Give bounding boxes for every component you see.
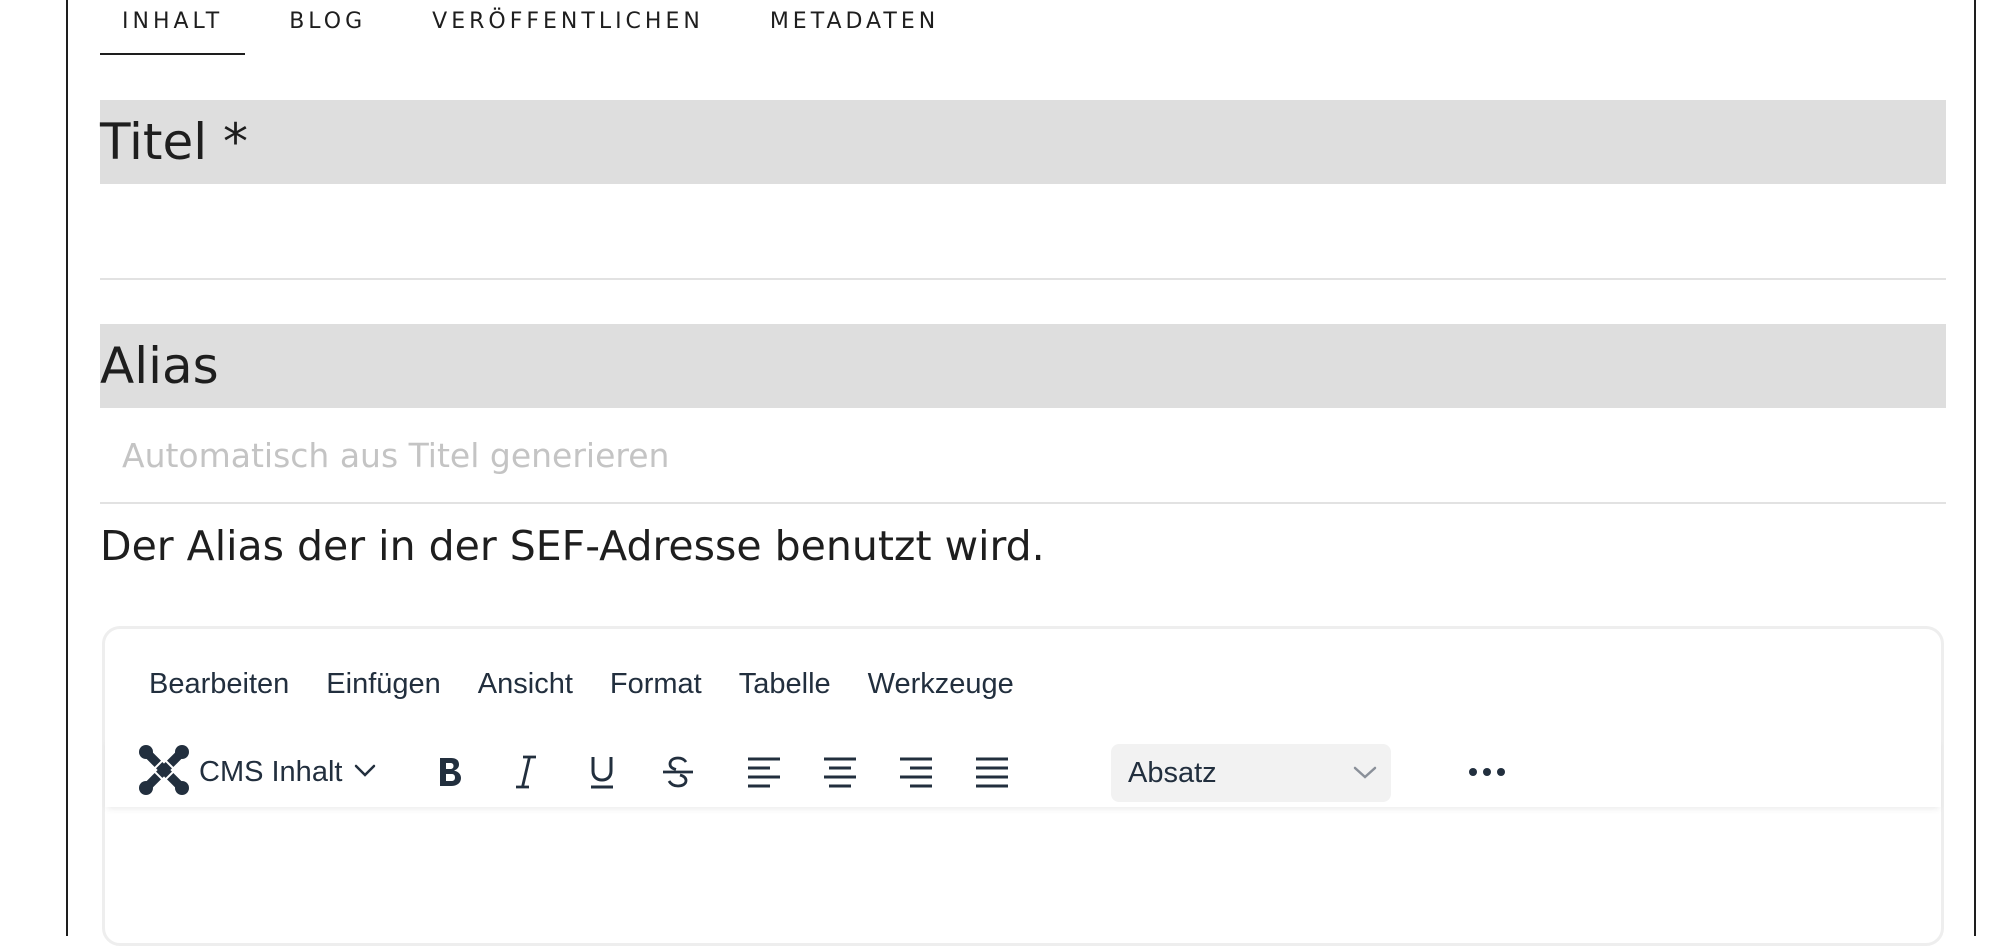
align-left-icon: [746, 756, 782, 788]
alias-label: Alias: [100, 337, 219, 395]
italic-button[interactable]: [503, 737, 549, 807]
title-label-bar: Titel *: [100, 100, 1946, 184]
editor-toolbar: CMS Inhalt Absatz: [105, 737, 1941, 807]
rich-text-editor: Bearbeiten Einfügen Ansicht Format Tabel…: [102, 626, 1944, 946]
cms-content-button[interactable]: CMS Inhalt: [137, 737, 376, 807]
align-justify-icon: [974, 756, 1010, 788]
tab-bar: INHALT BLOG VERÖFFENTLICHEN METADATEN: [100, 0, 983, 56]
alias-input[interactable]: [100, 408, 1946, 504]
tab-blog[interactable]: BLOG: [267, 0, 388, 55]
chevron-down-icon: [354, 763, 376, 782]
cms-content-label: CMS Inhalt: [199, 755, 343, 788]
alias-label-bar: Alias: [100, 324, 1946, 408]
strikethrough-button[interactable]: [655, 737, 701, 807]
block-format-label: Absatz: [1128, 756, 1217, 789]
align-left-button[interactable]: [741, 737, 787, 807]
align-right-icon: [898, 756, 934, 788]
strikethrough-icon: [661, 754, 695, 790]
chevron-down-icon: [1353, 765, 1377, 784]
bold-button[interactable]: [427, 737, 473, 807]
tab-inhalt[interactable]: INHALT: [100, 0, 246, 55]
editor-menubar: Bearbeiten Einfügen Ansicht Format Tabel…: [149, 659, 1051, 709]
align-right-button[interactable]: [893, 737, 939, 807]
underline-icon: [589, 754, 615, 790]
menu-einfuegen[interactable]: Einfügen: [326, 659, 441, 709]
title-label: Titel *: [100, 113, 249, 171]
title-input[interactable]: [100, 184, 1946, 280]
block-format-select[interactable]: Absatz: [1111, 744, 1391, 802]
menu-tabelle[interactable]: Tabelle: [739, 659, 831, 709]
more-icon: [1468, 767, 1506, 777]
underline-button[interactable]: [579, 737, 625, 807]
joomla-icon: [137, 743, 191, 801]
tab-metadaten[interactable]: METADATEN: [748, 0, 961, 55]
menu-werkzeuge[interactable]: Werkzeuge: [868, 659, 1014, 709]
menu-format[interactable]: Format: [610, 659, 702, 709]
align-justify-button[interactable]: [969, 737, 1015, 807]
align-center-button[interactable]: [817, 737, 863, 807]
menu-ansicht[interactable]: Ansicht: [478, 659, 573, 709]
more-button[interactable]: [1457, 737, 1517, 807]
bold-icon: [436, 755, 464, 789]
tab-veroeffentlichen[interactable]: VERÖFFENTLICHEN: [410, 0, 726, 55]
menu-bearbeiten[interactable]: Bearbeiten: [149, 659, 289, 709]
align-center-icon: [822, 756, 858, 788]
alias-help-text: Der Alias der in der SEF-Adresse benutzt…: [100, 522, 1045, 570]
italic-icon: [514, 754, 538, 790]
